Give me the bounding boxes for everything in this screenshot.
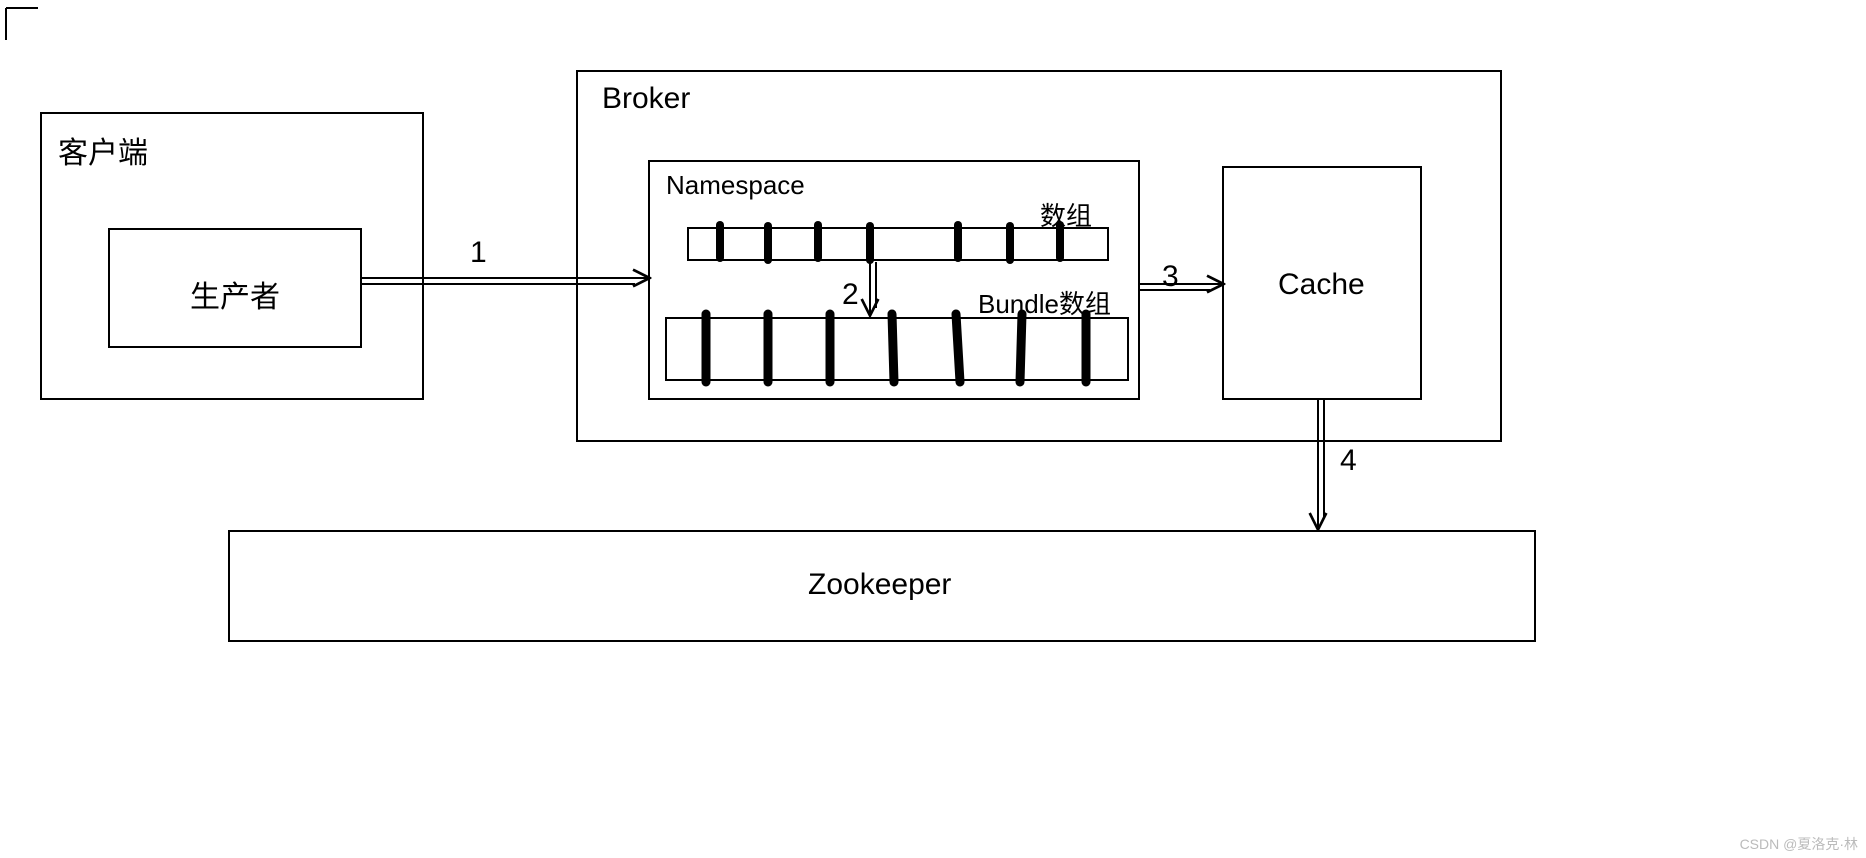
cache-label: Cache — [1278, 268, 1365, 302]
bundle-array-label: Bundle数组 — [978, 284, 1111, 321]
step-2-label: 2 — [842, 278, 859, 312]
zookeeper-label: Zookeeper — [808, 568, 951, 602]
step-4-label: 4 — [1340, 444, 1357, 478]
namespace-title: Namespace — [666, 170, 805, 201]
producer-label: 生产者 — [190, 272, 280, 316]
watermark: CSDN @夏洛克·林 — [1740, 834, 1858, 854]
step-1-label: 1 — [470, 236, 487, 270]
broker-title: Broker — [602, 82, 690, 116]
step-3-label: 3 — [1162, 260, 1179, 294]
array-label: 数组 — [1040, 196, 1092, 233]
client-title: 客户端 — [58, 128, 148, 172]
corner-mark — [6, 8, 38, 40]
